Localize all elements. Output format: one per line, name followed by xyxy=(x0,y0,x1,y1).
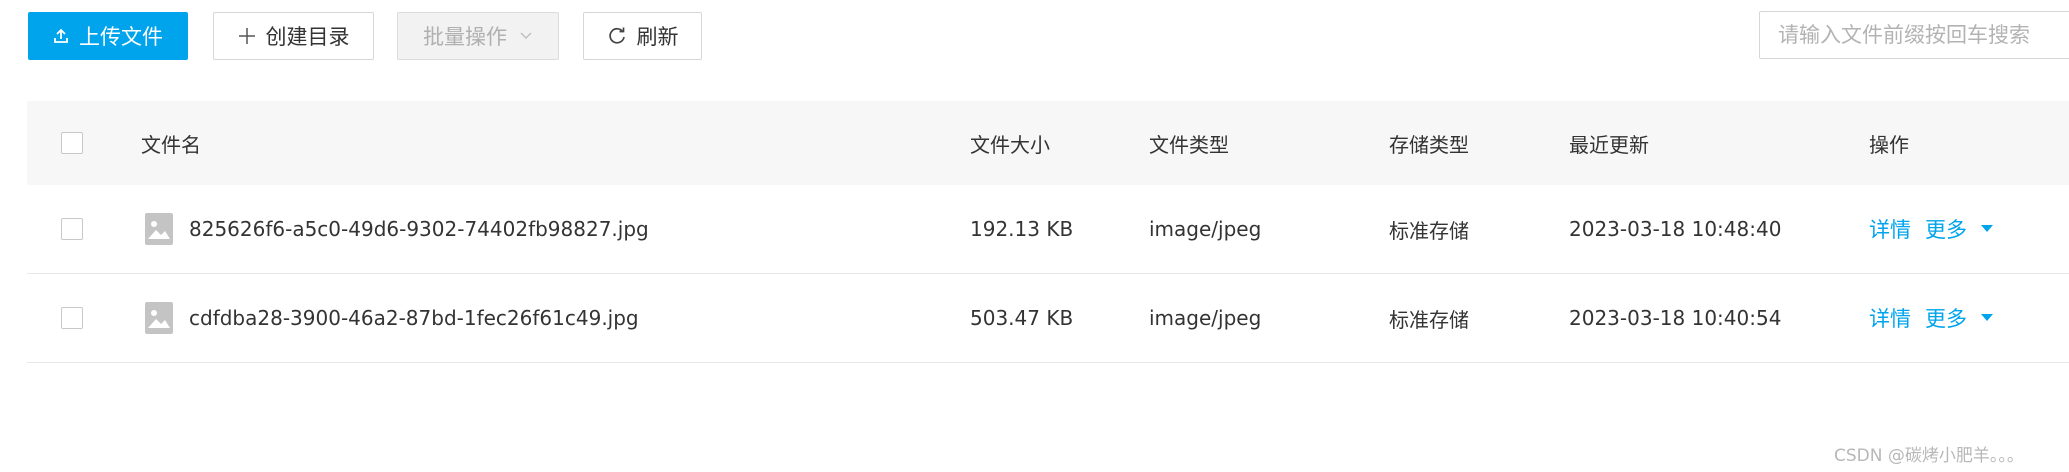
caret-down-icon xyxy=(1981,314,1993,322)
upload-file-button[interactable]: 上传文件 xyxy=(28,12,188,60)
image-file-icon xyxy=(145,302,173,334)
image-file-icon xyxy=(145,213,173,245)
file-name[interactable]: cdfdba28-3900-46a2-87bd-1fec26f61c49.jpg xyxy=(189,306,639,330)
upload-icon xyxy=(53,28,69,44)
upload-file-label: 上传文件 xyxy=(79,25,163,49)
column-header-type[interactable]: 文件类型 xyxy=(1149,101,1229,185)
search-input[interactable] xyxy=(1759,11,2069,59)
actions-cell: 详情 更多 xyxy=(1869,274,1993,362)
table-row: cdfdba28-3900-46a2-87bd-1fec26f61c49.jpg… xyxy=(27,274,2069,363)
column-header-actions: 操作 xyxy=(1869,132,1909,157)
storage-type: 标准存储 xyxy=(1389,218,1469,243)
more-label: 更多 xyxy=(1925,307,1967,331)
batch-operations-label: 批量操作 xyxy=(423,25,507,49)
watermark: CSDN @碳烤小肥羊。。。 xyxy=(1834,446,2024,466)
chevron-down-icon xyxy=(519,31,533,41)
create-directory-button[interactable]: 创建目录 xyxy=(213,12,374,60)
select-all-checkbox[interactable] xyxy=(61,132,83,154)
updated-time: 2023-03-18 10:40:54 xyxy=(1569,306,1782,330)
file-name-cell[interactable]: cdfdba28-3900-46a2-87bd-1fec26f61c49.jpg xyxy=(141,274,639,362)
select-all-cell xyxy=(61,101,83,185)
create-directory-label: 创建目录 xyxy=(265,25,350,49)
detail-link[interactable]: 详情 xyxy=(1869,214,1911,244)
file-size: 192.13 KB xyxy=(970,217,1074,241)
file-manager: 上传文件 创建目录 批量操作 刷新 请输入文件前缀按回车搜索 文件名 文件大小 … xyxy=(0,0,2069,472)
row-check-cell xyxy=(61,185,83,273)
row-checkbox[interactable] xyxy=(61,218,83,240)
file-name[interactable]: 825626f6-a5c0-49d6-9302-74402fb98827.jpg xyxy=(189,217,649,241)
file-type: image/jpeg xyxy=(1149,306,1262,330)
column-header-updated[interactable]: 最近更新 xyxy=(1569,101,1649,185)
column-header-size[interactable]: 文件大小 xyxy=(970,101,1050,185)
batch-operations-dropdown[interactable]: 批量操作 xyxy=(397,12,559,60)
more-dropdown[interactable]: 更多 xyxy=(1925,303,1993,333)
detail-link[interactable]: 详情 xyxy=(1869,303,1911,333)
actions-cell: 详情 更多 xyxy=(1869,185,1993,273)
plus-icon xyxy=(238,27,256,45)
file-type: image/jpeg xyxy=(1149,217,1262,241)
updated-time: 2023-03-18 10:48:40 xyxy=(1569,217,1782,241)
column-header-name[interactable]: 文件名 xyxy=(141,101,201,185)
file-name-cell[interactable]: 825626f6-a5c0-49d6-9302-74402fb98827.jpg xyxy=(141,185,649,273)
refresh-label: 刷新 xyxy=(636,25,679,49)
file-table: 文件名 文件大小 文件类型 存储类型 最近更新 操作 825626f6-a5c0… xyxy=(27,101,2069,363)
file-size: 503.47 KB xyxy=(970,306,1074,330)
storage-type: 标准存储 xyxy=(1389,307,1469,332)
caret-down-icon xyxy=(1981,225,1993,233)
table-header: 文件名 文件大小 文件类型 存储类型 最近更新 操作 xyxy=(27,101,2069,185)
table-row: 825626f6-a5c0-49d6-9302-74402fb98827.jpg… xyxy=(27,185,2069,274)
refresh-button[interactable]: 刷新 xyxy=(583,12,702,60)
row-check-cell xyxy=(61,274,83,362)
row-checkbox[interactable] xyxy=(61,307,83,329)
more-label: 更多 xyxy=(1925,218,1967,242)
refresh-icon xyxy=(607,26,627,46)
column-header-storage[interactable]: 存储类型 xyxy=(1389,101,1469,185)
more-dropdown[interactable]: 更多 xyxy=(1925,214,1993,244)
